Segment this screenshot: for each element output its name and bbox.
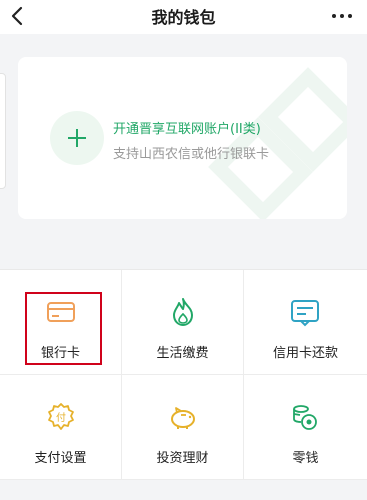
top-nav-bar: 我的钱包 (0, 0, 367, 34)
service-credit-card-repay[interactable]: 信用卡还款 (244, 270, 367, 375)
support-description: 支持山西农信或他行银联卡 (113, 147, 270, 162)
page-title: 我的钱包 (151, 8, 216, 27)
selection-highlight-box (25, 292, 102, 365)
service-life-payment[interactable]: 生活缴费 (122, 270, 244, 375)
add-account-icon[interactable] (50, 111, 104, 165)
service-investment[interactable]: 投资理财 (122, 375, 244, 480)
piggy-bank-icon (171, 407, 195, 429)
service-label: 投资理财 (156, 451, 209, 466)
service-label: 生活缴费 (156, 346, 209, 361)
credit-card-repay-icon (291, 300, 319, 327)
service-label: 零钱 (292, 451, 319, 466)
open-account-link[interactable]: 开通晋享互联网账户(II类) (113, 118, 261, 137)
service-change[interactable]: 零钱 (244, 375, 367, 480)
service-payment-settings[interactable]: 付 支付设置 (0, 375, 122, 480)
open-account-card[interactable]: 开通晋享互联网账户(II类) 支持山西农信或他行银联卡 (18, 57, 347, 219)
flame-icon (173, 298, 193, 326)
coins-icon (293, 405, 317, 430)
payment-settings-icon: 付 (48, 403, 74, 430)
service-label: 信用卡还款 (272, 346, 338, 361)
previous-card-edge (0, 73, 6, 189)
svg-text:付: 付 (56, 411, 66, 424)
more-options-icon[interactable] (325, 3, 359, 29)
service-label: 支付设置 (34, 451, 87, 466)
